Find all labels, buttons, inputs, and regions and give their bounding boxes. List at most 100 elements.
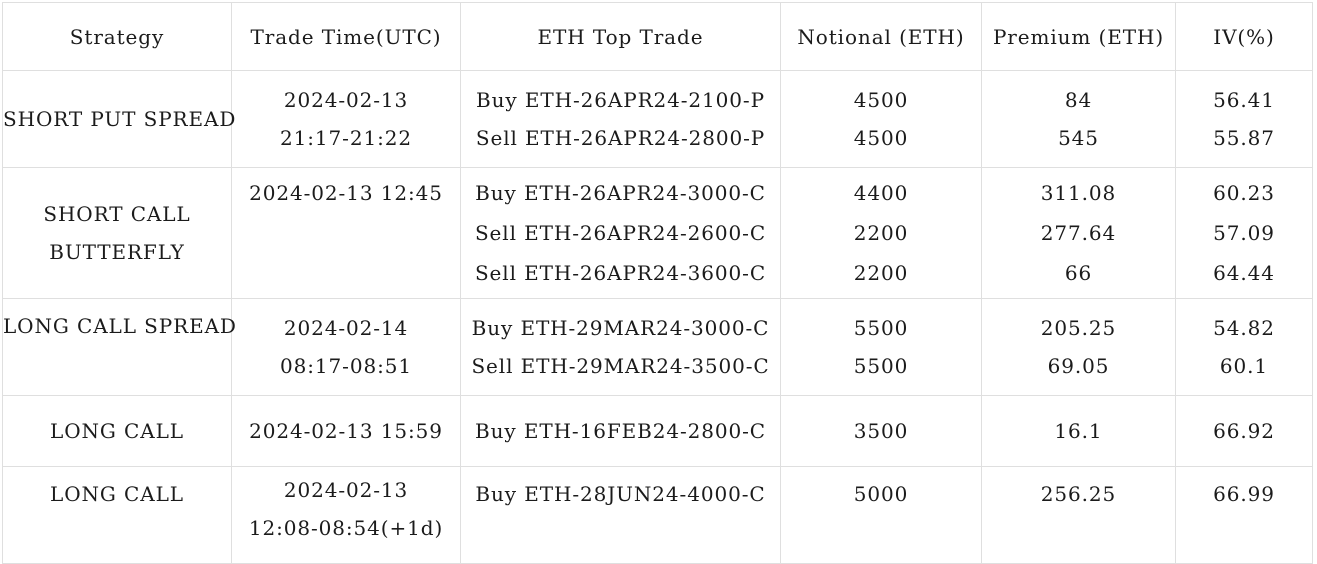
- premium-line: 545: [1058, 126, 1099, 150]
- notional-lines: 4500 4500: [781, 81, 981, 157]
- premium-line: 205.25: [1040, 316, 1117, 340]
- table-row: SHORT PUT SPREAD 2024-02-13 21:17-21:22 …: [2, 70, 1313, 168]
- iv-line: 64.44: [1213, 261, 1275, 285]
- cell-iv: 66.92: [1175, 395, 1313, 467]
- iv-lines: 56.41 55.87: [1176, 81, 1312, 157]
- notional-line: 4400: [853, 181, 909, 205]
- table-row: LONG CALL 2024-02-13 15:59 Buy ETH-16FEB…: [2, 395, 1313, 467]
- table-row: SHORT CALL BUTTERFLY 2024-02-13 12:45 Bu…: [2, 167, 1313, 299]
- strategy-lines: SHORT CALL BUTTERFLY: [3, 195, 231, 271]
- trade-line: Buy ETH-26APR24-2100-P: [476, 88, 765, 112]
- trade-time-lines: 2024-02-13 21:17-21:22: [232, 81, 460, 157]
- column-header-strategy: Strategy: [2, 2, 232, 71]
- iv-lines: 66.99: [1176, 467, 1312, 513]
- trade-time-line: 2024-02-13 12:45: [249, 181, 443, 205]
- premium-line: 69.05: [1047, 354, 1110, 378]
- strategy-line: BUTTERFLY: [49, 240, 185, 264]
- notional-line: 4500: [853, 88, 909, 112]
- eth-top-trades-table-container: Strategy Trade Time(UTC) ETH Top Trade N…: [2, 2, 1313, 564]
- premium-lines: 205.25 69.05: [982, 309, 1175, 385]
- column-header-iv: IV(%): [1175, 2, 1313, 71]
- premium-line: 311.08: [1040, 181, 1117, 205]
- table-row: LONG CALL 2024-02-13 12:08-08:54(+1d) Bu…: [2, 466, 1313, 564]
- cell-iv: 54.82 60.1: [1175, 298, 1313, 396]
- premium-line: 66: [1064, 261, 1093, 285]
- cell-strategy: LONG CALL: [2, 466, 232, 564]
- notional-lines: 4400 2200 2200: [781, 173, 981, 293]
- notional-line: 2200: [853, 261, 909, 285]
- column-header-premium: Premium (ETH): [981, 2, 1176, 71]
- trade-line: Sell ETH-26APR24-3600-C: [474, 261, 767, 285]
- notional-line: 5500: [853, 354, 909, 378]
- cell-premium: 256.25: [981, 466, 1176, 564]
- trade-line: Buy ETH-29MAR24-3000-C: [471, 316, 770, 340]
- premium-lines: 256.25: [982, 467, 1175, 513]
- cell-strategy: SHORT CALL BUTTERFLY: [2, 167, 232, 299]
- cell-trade-time: 2024-02-13 12:08-08:54(+1d): [231, 466, 461, 564]
- cell-trade-time: 2024-02-13 15:59: [231, 395, 461, 467]
- strategy-line: LONG CALL: [50, 482, 184, 506]
- strategy-line: SHORT CALL: [43, 202, 191, 226]
- notional-line: 2200: [853, 221, 909, 245]
- cell-premium: 16.1: [981, 395, 1176, 467]
- premium-line: 277.64: [1040, 221, 1117, 245]
- cell-trade-time: 2024-02-13 21:17-21:22: [231, 70, 461, 168]
- cell-premium: 84 545: [981, 70, 1176, 168]
- premium-line: 84: [1064, 88, 1093, 112]
- cell-eth-top-trade: Buy ETH-29MAR24-3000-C Sell ETH-29MAR24-…: [460, 298, 781, 396]
- notional-line: 4500: [853, 126, 909, 150]
- trade-line: Sell ETH-26APR24-2800-P: [475, 126, 766, 150]
- strategy-lines: LONG CALL SPREAD: [3, 299, 237, 345]
- trade-time-line: 2024-02-13: [283, 88, 409, 112]
- iv-line: 54.82: [1213, 316, 1275, 340]
- iv-line: 56.41: [1213, 88, 1275, 112]
- premium-lines: 311.08 277.64 66: [982, 173, 1175, 293]
- cell-strategy: LONG CALL: [2, 395, 232, 467]
- trade-time-line: 2024-02-13: [283, 478, 409, 502]
- cell-eth-top-trade: Buy ETH-28JUN24-4000-C: [460, 466, 781, 564]
- trade-time-lines: 2024-02-13 12:45: [232, 168, 460, 212]
- table-body: SHORT PUT SPREAD 2024-02-13 21:17-21:22 …: [2, 70, 1313, 564]
- notional-line: 5500: [853, 316, 909, 340]
- cell-notional: 4400 2200 2200: [780, 167, 982, 299]
- cell-iv: 66.99: [1175, 466, 1313, 564]
- trade-time-line: 12:08-08:54(+1d): [248, 516, 444, 540]
- cell-trade-time: 2024-02-13 12:45: [231, 167, 461, 299]
- cell-eth-top-trade: Buy ETH-26APR24-2100-P Sell ETH-26APR24-…: [460, 70, 781, 168]
- premium-line: 256.25: [1040, 482, 1117, 506]
- notional-line: 5000: [853, 482, 909, 506]
- cell-notional: 3500: [780, 395, 982, 467]
- notional-lines: 5500 5500: [781, 309, 981, 385]
- trade-line: Sell ETH-29MAR24-3500-C: [471, 354, 770, 378]
- cell-premium: 311.08 277.64 66: [981, 167, 1176, 299]
- iv-line: 66.99: [1213, 482, 1275, 506]
- cell-notional: 5000: [780, 466, 982, 564]
- eth-top-trades-table: Strategy Trade Time(UTC) ETH Top Trade N…: [2, 2, 1313, 564]
- trade-time-lines: 2024-02-14 08:17-08:51: [232, 309, 460, 385]
- cell-iv: 56.41 55.87: [1175, 70, 1313, 168]
- cell-iv: 60.23 57.09 64.44: [1175, 167, 1313, 299]
- cell-strategy: LONG CALL SPREAD: [2, 298, 237, 396]
- table-header: Strategy Trade Time(UTC) ETH Top Trade N…: [2, 2, 1313, 71]
- premium-lines: 84 545: [982, 81, 1175, 157]
- strategy-lines: LONG CALL: [3, 467, 231, 513]
- trade-lines: Buy ETH-26APR24-3000-C Sell ETH-26APR24-…: [461, 173, 780, 293]
- column-header-eth-top-trade: ETH Top Trade: [460, 2, 781, 71]
- trade-line: Buy ETH-26APR24-3000-C: [475, 181, 766, 205]
- notional-lines: 5000: [781, 467, 981, 513]
- column-header-notional: Notional (ETH): [780, 2, 982, 71]
- cell-notional: 5500 5500: [780, 298, 982, 396]
- trade-time-line: 2024-02-14: [283, 316, 409, 340]
- strategy-line: LONG CALL SPREAD: [3, 314, 237, 338]
- cell-eth-top-trade: Buy ETH-16FEB24-2800-C: [460, 395, 781, 467]
- cell-eth-top-trade: Buy ETH-26APR24-3000-C Sell ETH-26APR24-…: [460, 167, 781, 299]
- table-header-row: Strategy Trade Time(UTC) ETH Top Trade N…: [2, 2, 1313, 71]
- table-row: LONG CALL SPREAD 2024-02-14 08:17-08:51 …: [2, 298, 1313, 396]
- iv-line: 55.87: [1213, 126, 1275, 150]
- iv-lines: 60.23 57.09 64.44: [1176, 173, 1312, 293]
- trade-lines: Buy ETH-29MAR24-3000-C Sell ETH-29MAR24-…: [461, 309, 780, 385]
- trade-line: Buy ETH-28JUN24-4000-C: [475, 482, 766, 506]
- iv-line: 57.09: [1213, 221, 1275, 245]
- strategy-lines: SHORT PUT SPREAD: [3, 100, 235, 138]
- trade-time-lines: 2024-02-13 12:08-08:54(+1d): [232, 467, 460, 547]
